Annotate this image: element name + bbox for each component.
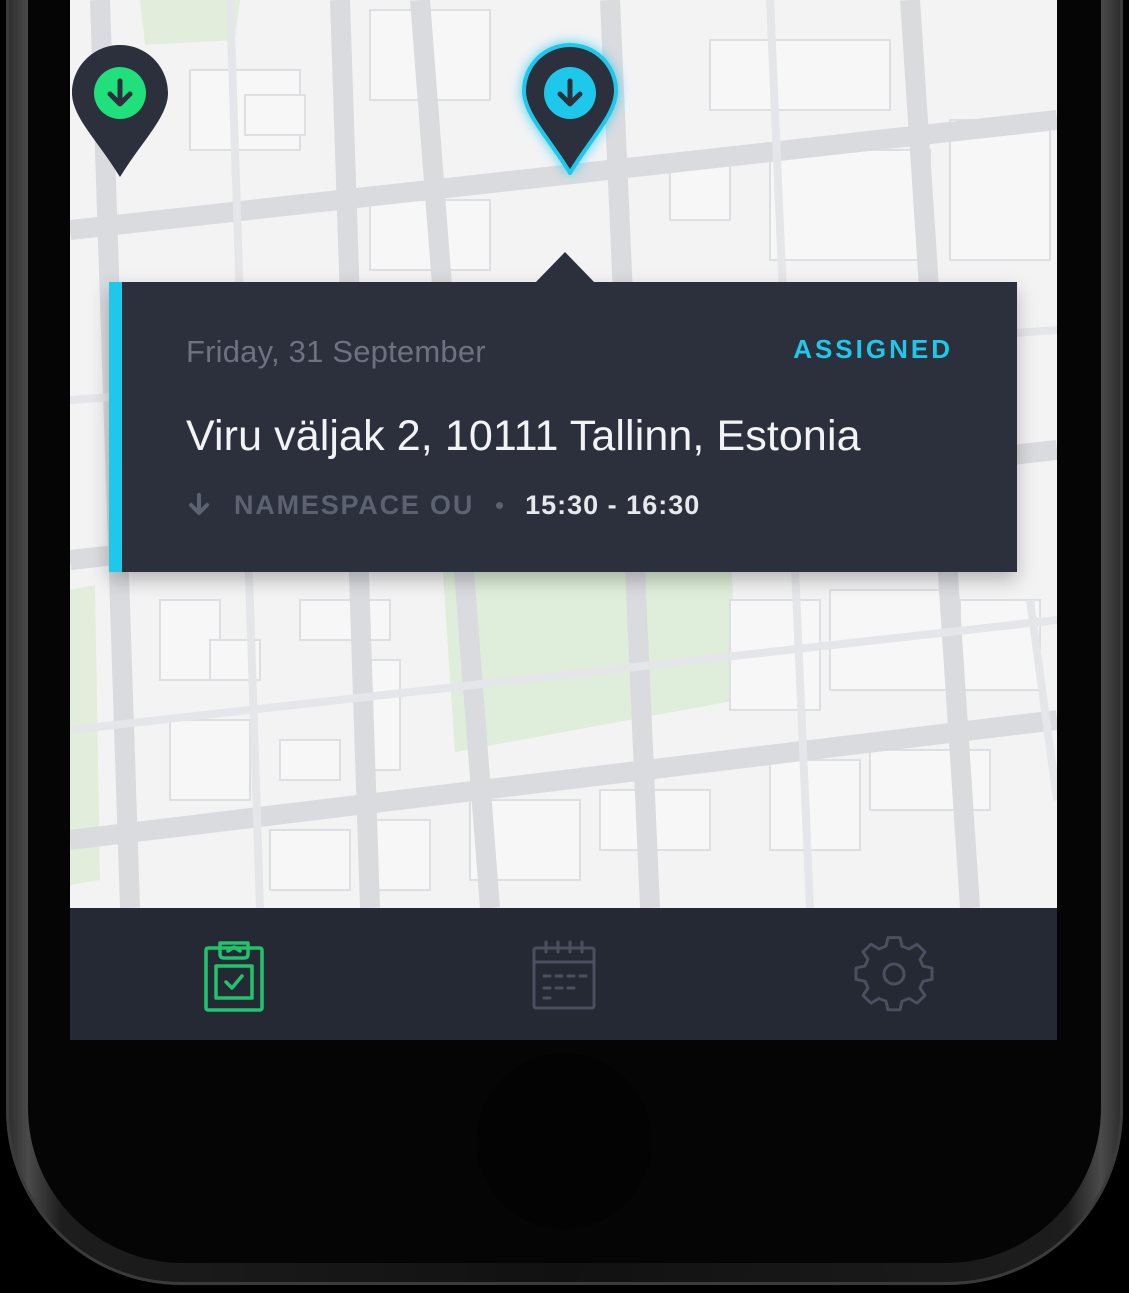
delivery-popup-card[interactable]: Friday, 31 September ASSIGNED Viru välja… [109,252,1017,572]
status-badge: ASSIGNED [793,334,953,364]
calendar-icon [532,940,596,1010]
tab-tasks[interactable] [194,936,274,1016]
delivery-date: Friday, 31 September [186,334,486,369]
gear-icon [854,936,934,1012]
clipboard-check-icon [204,941,264,1012]
separator-dot [496,501,504,509]
app-screen: Friday, 31 September ASSIGNED Viru välja… [70,0,1057,1040]
delivery-address: Viru väljak 2, 10111 Tallinn, Estonia [186,412,861,460]
map-pin[interactable] [72,45,168,177]
popup-pointer [535,252,595,283]
time-window: 15:30 - 16:30 [525,489,701,520]
tab-settings[interactable] [854,936,934,1016]
home-button[interactable] [476,1053,652,1229]
download-arrow-icon [189,493,209,515]
status-accent-bar [109,282,122,572]
map-pin-selected[interactable] [522,43,618,175]
delivery-meta: NAMESPACE OU 15:30 - 16:30 [186,488,700,522]
company-name: NAMESPACE OU [234,489,475,520]
tab-calendar[interactable] [524,936,604,1016]
bottom-tab-bar [70,908,1057,1040]
